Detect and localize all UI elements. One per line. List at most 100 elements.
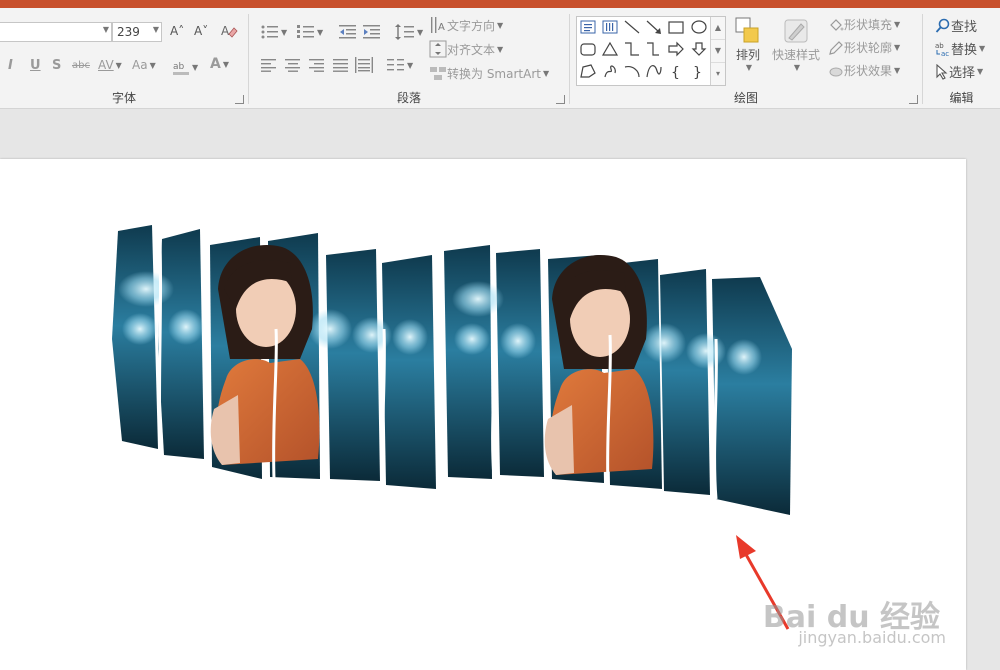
shape-gallery-icons: { } (580, 20, 707, 81)
smartart-icon (430, 67, 446, 80)
arrange-label: 排列 (735, 48, 760, 62)
increase-indent-button[interactable] (363, 24, 381, 40)
line-spacing-button[interactable]: ▼ (395, 23, 423, 41)
svg-text:A: A (221, 24, 230, 38)
shape-fill-label: 形状填充 (844, 18, 893, 32)
elbow-arrow-connector-icon (647, 42, 659, 56)
columns-button[interactable]: ▼ (387, 58, 413, 72)
font-size-input[interactable]: 239 ▼ (112, 22, 162, 42)
quick-styles-button[interactable]: 快速样式 ▼ (772, 16, 820, 72)
curve-icon (646, 65, 662, 78)
font-size-value: 239 (117, 25, 140, 39)
align-text-button[interactable]: 对齐文本 ▼ (429, 40, 503, 58)
scroll-up-icon[interactable]: ▲ (711, 17, 725, 40)
highlight-button[interactable]: ab ▼ (172, 58, 198, 76)
align-center-icon (285, 59, 300, 72)
select-label: 选择 (949, 66, 976, 81)
editing-group-label: 编辑 (949, 91, 974, 105)
arrange-icon (735, 17, 759, 43)
right-brace-icon: } (693, 65, 702, 81)
font-group-label: 字体 (111, 91, 136, 105)
chevron-down-icon: ▼ (894, 20, 901, 29)
decrease-indent-button[interactable] (339, 24, 357, 40)
chevron-down-icon: ▼ (497, 44, 504, 54)
svg-text:ab: ab (173, 62, 185, 72)
increase-indent-icon (363, 25, 380, 39)
arrange-button[interactable]: 排列 ▼ (734, 16, 762, 72)
chevron-down-icon: ▼ (894, 43, 901, 52)
slide-workspace (0, 109, 1000, 670)
replace-button[interactable]: ab ac 替换 ▼ (935, 39, 985, 59)
shape-effects-icon (829, 67, 843, 76)
find-label: 查找 (951, 20, 978, 35)
change-case-button[interactable]: Aa ▼ (132, 58, 156, 72)
shape-outline-label: 形状轮廓 (844, 41, 893, 55)
align-left-icon (261, 59, 276, 72)
font-group: ▼ 239 ▼ A˄ A˅ A I U S abc AV ▼ Aa ▼ ab ▼… (0, 8, 248, 108)
pen-icon (829, 40, 843, 55)
chevron-down-icon[interactable]: ▼ (153, 25, 159, 34)
italic-icon: I (8, 58, 13, 73)
distributed-button[interactable] (355, 57, 373, 73)
font-dialog-launcher-icon[interactable] (235, 95, 244, 104)
scribble-icon (604, 65, 616, 78)
shrink-font-button[interactable]: A˅ (194, 24, 208, 38)
editing-group: 查找 ab ac 替换 ▼ 选择 ▼ 编辑 (923, 8, 1000, 108)
drawing-dialog-launcher-icon[interactable] (909, 95, 918, 104)
chevron-down-icon: ▼ (745, 63, 753, 72)
elbow-connector-icon (625, 42, 639, 56)
shape-outline-button[interactable]: 形状轮廓 ▼ (828, 39, 900, 56)
gallery-more-icon[interactable]: ▾ (711, 63, 725, 85)
chevron-down-icon: ▼ (417, 27, 424, 37)
select-button[interactable]: 选择 ▼ (935, 62, 983, 81)
photo-strips (112, 225, 792, 515)
character-spacing-button[interactable]: AV ▼ (98, 58, 122, 72)
shape-gallery[interactable]: { } ▲ ▼ ▾ (576, 16, 726, 86)
freeform-icon (580, 64, 596, 78)
text-direction-label: 文字方向 (447, 18, 496, 33)
strikethrough-icon: abc (72, 60, 90, 71)
numbering-button[interactable]: ▼ (297, 24, 323, 40)
rounded-rectangle-icon (580, 43, 596, 56)
grow-font-button[interactable]: A˄ (170, 24, 184, 38)
underline-icon: U (30, 58, 41, 73)
shape-gallery-scrollbar[interactable]: ▲ ▼ ▾ (710, 17, 725, 85)
decrease-indent-icon (339, 25, 356, 39)
shape-effects-button[interactable]: 形状效果 ▼ (828, 62, 900, 79)
triangle-icon (601, 41, 619, 56)
find-button[interactable]: 查找 (935, 16, 977, 35)
paragraph-group: ▼ ▼ ▼ A 文字方向 ▼ 对齐文本 ▼ 转换为 SmartArt ▼ ▼ 段… (249, 8, 569, 108)
underline-button[interactable]: U (30, 58, 41, 73)
convert-smartart-label: 转换为 SmartArt (447, 66, 541, 81)
strikethrough-button[interactable]: abc (72, 60, 90, 71)
svg-text:A: A (438, 22, 445, 33)
italic-button[interactable]: I (8, 58, 13, 73)
align-right-icon (309, 59, 324, 72)
shrink-font-icon: A˅ (194, 24, 209, 38)
font-color-button[interactable]: A ▼ (210, 56, 229, 72)
shape-fill-button[interactable]: 形状填充 ▼ (828, 16, 900, 33)
align-center-button[interactable] (285, 58, 301, 72)
text-direction-icon: A (431, 17, 445, 33)
paragraph-dialog-launcher-icon[interactable] (556, 95, 565, 104)
chevron-down-icon: ▼ (149, 60, 156, 70)
font-name-input[interactable]: ▼ (0, 22, 112, 42)
align-left-button[interactable] (261, 58, 277, 72)
clear-format-button[interactable]: A (220, 22, 238, 40)
text-shadow-button[interactable]: S (52, 58, 61, 73)
paragraph-group-label: 段落 (396, 91, 421, 105)
scroll-down-icon[interactable]: ▼ (711, 40, 725, 63)
convert-smartart-button[interactable]: 转换为 SmartArt ▼ (429, 64, 549, 82)
line-spacing-icon (395, 24, 414, 40)
chevron-down-icon: ▼ (793, 63, 801, 72)
quick-styles-icon (784, 19, 808, 43)
arrow-line-icon (646, 20, 661, 34)
chevron-down-icon: ▼ (222, 59, 229, 69)
text-direction-button[interactable]: A 文字方向 ▼ (429, 16, 503, 34)
numbering-icon (297, 25, 314, 38)
arc-icon (624, 66, 640, 78)
bullets-button[interactable]: ▼ (261, 24, 287, 40)
chevron-down-icon[interactable]: ▼ (103, 25, 109, 34)
justify-button[interactable] (333, 58, 349, 72)
align-right-button[interactable] (309, 58, 325, 72)
